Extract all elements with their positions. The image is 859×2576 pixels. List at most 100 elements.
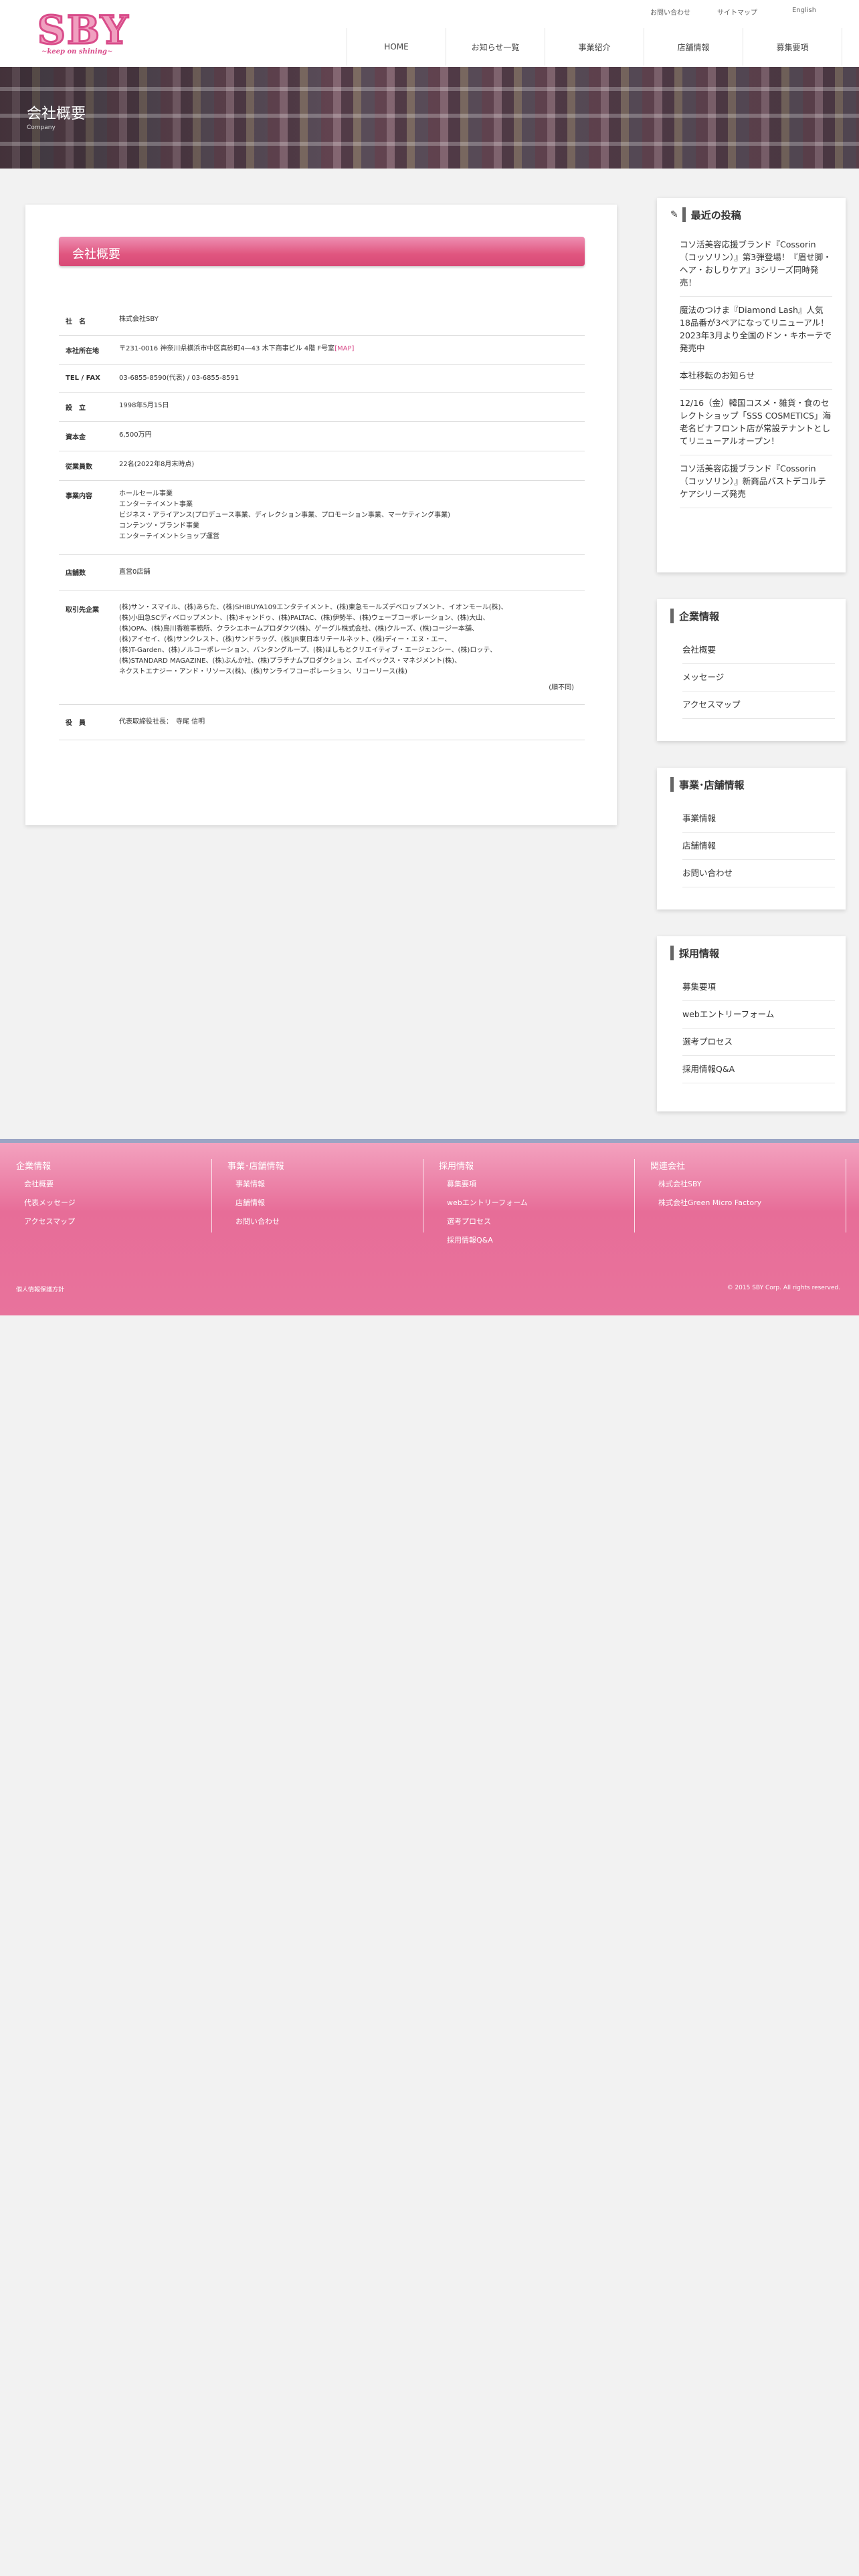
- nav-news[interactable]: お知らせ一覧: [446, 28, 545, 66]
- heading-bar: [670, 777, 674, 792]
- footer-heading: 企業情報: [16, 1162, 52, 1172]
- company-widget: 企業情報 会社概要 メッセージ アクセスマップ: [657, 599, 846, 741]
- footer-link[interactable]: 募集要項: [447, 1178, 634, 1189]
- footer-col-company: 企業情報 会社概要 代表メッセージ アクセスマップ: [0, 1159, 212, 1232]
- sidebar-link[interactable]: お問い合わせ: [682, 860, 835, 887]
- sidebar-link[interactable]: アクセスマップ: [682, 691, 835, 719]
- recent-post-link[interactable]: 本社移転のお知らせ: [680, 362, 832, 390]
- section-title-bar: 会社概要: [59, 237, 585, 266]
- table-row: TEL / FAX 03-6855-8590(代表) / 03-6855-859…: [59, 364, 585, 393]
- sidebar-link[interactable]: 事業情報: [682, 805, 835, 833]
- footer-link[interactable]: 事業情報: [235, 1178, 423, 1189]
- table-row: 資本金 6,500万円: [59, 421, 585, 451]
- order-note: (順不同): [549, 684, 574, 691]
- sidebar-link[interactable]: 会社概要: [682, 637, 835, 664]
- footer-link[interactable]: 会社概要: [24, 1178, 211, 1189]
- pencil-icon: ✎: [670, 209, 678, 220]
- nav-recruit[interactable]: 募集要項: [743, 28, 842, 66]
- footer-heading: 事業･店舗情報: [227, 1162, 284, 1172]
- row-label: 事業内容: [59, 480, 118, 555]
- footer-link[interactable]: お問い合わせ: [235, 1216, 423, 1226]
- recent-post-link[interactable]: 12/16（金）韓国コスメ・雑貨・食のセレクトショップ「SSS COSMETIC…: [680, 390, 832, 455]
- table-row: 本社所在地 〒231-0016 神奈川県横浜市中区真砂町4—43 木下商事ビル …: [59, 335, 585, 365]
- business-widget: 事業･店舗情報 事業情報 店舗情報 お問い合わせ: [657, 768, 846, 909]
- recent-posts-list: コソ活美容応援ブランド『Cossorin（コッソリン）』第3弾登場！『眉せ脚・ヘ…: [680, 231, 832, 508]
- row-value: 〒231-0016 神奈川県横浜市中区真砂町4—43 木下商事ビル 4階 F号室…: [118, 335, 585, 365]
- business-line: ビジネス・アライアンス(プロデュース事業、ディレクション事業、プロモーション事業…: [119, 512, 451, 519]
- contact-link[interactable]: お問い合わせ: [637, 7, 704, 17]
- sidebar-link[interactable]: webエントリーフォーム: [682, 1001, 835, 1029]
- footer-col-affiliates: 関連会社 株式会社SBY 株式会社Green Micro Factory: [634, 1159, 846, 1232]
- nav-home[interactable]: HOME: [347, 28, 446, 66]
- page-subtitle: Company: [27, 124, 56, 131]
- privacy-policy-link[interactable]: 個人情報保護方針: [16, 1285, 64, 1293]
- business-line: ホールセール事業: [119, 490, 173, 498]
- widget-title: 事業･店舗情報: [679, 778, 745, 791]
- partner-line: (株)サン・スマイル、(株)あらた、(株)SHIBUYA109エンタテイメント、…: [119, 604, 508, 611]
- footer-link[interactable]: 株式会社SBY: [658, 1178, 846, 1189]
- utility-nav: お問い合わせ サイトマップ English: [637, 7, 838, 17]
- recent-post-link[interactable]: コソ活美容応援ブランド『Cossorin（コッソリン）』第3弾登場！『眉せ脚・ヘ…: [680, 231, 832, 297]
- map-link[interactable]: [MAP]: [335, 345, 354, 352]
- row-value: 6,500万円: [118, 421, 585, 451]
- row-label: 資本金: [59, 421, 118, 451]
- table-row: 店舗数 直営0店舗: [59, 554, 585, 591]
- business-line: コンテンツ・ブランド事業: [119, 522, 199, 530]
- sidebar-link[interactable]: 採用情報Q&A: [682, 1056, 835, 1083]
- widget-title: 最近の投稿: [690, 209, 741, 221]
- sby-logo[interactable]: SBY ~keep on shining~: [37, 10, 129, 59]
- company-links: 会社概要 メッセージ アクセスマップ: [682, 637, 835, 719]
- table-row: 事業内容 ホールセール事業 エンターテイメント事業 ビジネス・アライアンス(プロ…: [59, 480, 585, 555]
- widget-header: 事業･店舗情報: [670, 777, 745, 792]
- company-profile-card: 会社概要 社 名 株式会社SBY 本社所在地 〒231-0016 神奈川県横浜市…: [25, 205, 617, 825]
- main-nav: HOME お知らせ一覧 事業紹介 店舗情報 募集要項: [347, 28, 842, 66]
- footer-heading: 採用情報: [439, 1162, 474, 1172]
- widget-title: 採用情報: [679, 947, 720, 960]
- footer-link[interactable]: 選考プロセス: [447, 1216, 634, 1226]
- partner-line: (株)小田急SCディベロップメント、(株)キャンドゥ、(株)PALTAC、(株)…: [119, 615, 490, 622]
- business-line: エンターテイメント事業: [119, 501, 193, 508]
- heading-bar: [682, 207, 686, 222]
- footer-link[interactable]: 採用情報Q&A: [447, 1235, 634, 1245]
- row-value: 直営0店舗: [118, 554, 585, 591]
- row-value: 代表取締役社長： 寺尾 信明: [118, 704, 585, 740]
- row-value: 22名(2022年8月末時点): [118, 451, 585, 481]
- sidebar-link[interactable]: 募集要項: [682, 974, 835, 1001]
- copyright: © 2015 SBY Corp. All rights reserved.: [727, 1285, 840, 1291]
- page-title: 会社概要: [27, 106, 86, 122]
- hero-shelf-line: [0, 114, 859, 118]
- nav-stores[interactable]: 店舗情報: [644, 28, 743, 66]
- footer-link[interactable]: 株式会社Green Micro Factory: [658, 1197, 846, 1208]
- widget-header: 採用情報: [670, 946, 719, 960]
- heading-bar: [670, 609, 674, 623]
- footer-heading: 関連会社: [650, 1162, 686, 1172]
- sitemap-link[interactable]: サイトマップ: [704, 7, 771, 17]
- recent-post-link[interactable]: 魔法のつけま『Diamond Lash』人気18品番が3ペアになってリニューアル…: [680, 297, 832, 362]
- nav-business[interactable]: 事業紹介: [545, 28, 644, 66]
- partner-line: (株)T-Garden、(株)ノルコーポレーション、バンタングループ、(株)ほし…: [119, 647, 497, 654]
- partner-line: (株)アイセイ、(株)サンクレスト、(株)サンドラッグ、(株)JR東日本リテール…: [119, 636, 452, 643]
- page-hero: 会社概要 Company: [0, 67, 859, 169]
- address-text: 〒231-0016 神奈川県横浜市中区真砂町4—43 木下商事ビル 4階 F号室: [119, 345, 335, 352]
- recent-post-link[interactable]: コソ活美容応援ブランド『Cossorin（コッソリン）』新商品バストデコルテケア…: [680, 455, 832, 508]
- sidebar-link[interactable]: 選考プロセス: [682, 1029, 835, 1056]
- table-row: 取引先企業 (株)サン・スマイル、(株)あらた、(株)SHIBUYA109エンタ…: [59, 590, 585, 705]
- row-label: 本社所在地: [59, 335, 118, 365]
- english-link[interactable]: English: [771, 7, 838, 17]
- row-value: 03-6855-8590(代表) / 03-6855-8591: [118, 364, 585, 393]
- row-value: (株)サン・スマイル、(株)あらた、(株)SHIBUYA109エンタテイメント、…: [118, 590, 585, 705]
- sidebar-link[interactable]: メッセージ: [682, 664, 835, 691]
- table-row: 役 員 代表取締役社長： 寺尾 信明: [59, 704, 585, 740]
- row-label: 社 名: [59, 306, 118, 336]
- footer-link[interactable]: アクセスマップ: [24, 1216, 211, 1226]
- sidebar-link[interactable]: 店舗情報: [682, 833, 835, 860]
- footer-link[interactable]: 店舗情報: [235, 1197, 423, 1208]
- partner-line: ネクストエナジー・アンド・リソース(株)、(株)サンライフコーポレーション、リコ…: [119, 668, 407, 675]
- footer-link[interactable]: webエントリーフォーム: [447, 1197, 634, 1208]
- footer-link[interactable]: 代表メッセージ: [24, 1197, 211, 1208]
- company-info-table: 社 名 株式会社SBY 本社所在地 〒231-0016 神奈川県横浜市中区真砂町…: [59, 306, 585, 740]
- footer-col-business: 事業･店舗情報 事業情報 店舗情報 お問い合わせ: [211, 1159, 423, 1232]
- widget-title: 企業情報: [679, 610, 720, 623]
- table-row: 社 名 株式会社SBY: [59, 306, 585, 336]
- widget-header: 企業情報: [670, 609, 719, 623]
